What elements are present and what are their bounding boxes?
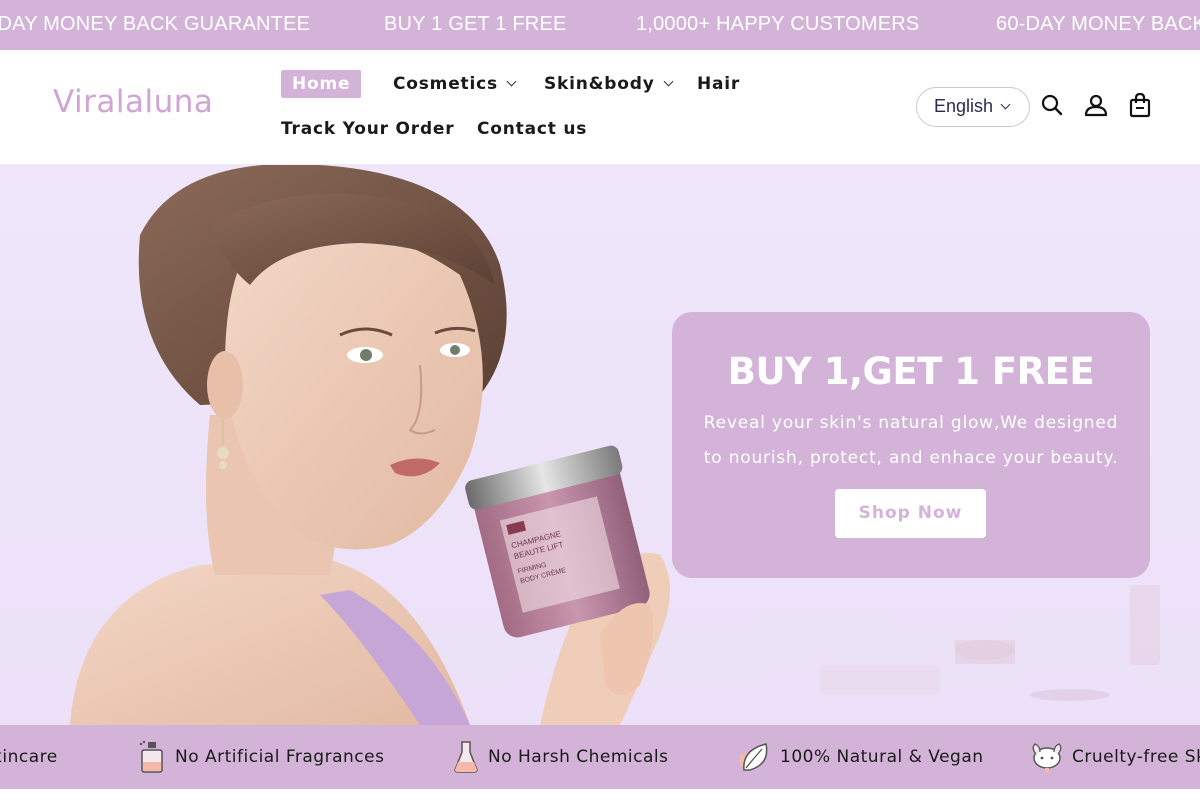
feature-item: 100% Natural & Vegan — [738, 725, 984, 789]
account-icon[interactable] — [1083, 92, 1109, 118]
hero-model-image: CHAMPAGNE BEAUTE LIFT FIRMING BODY CRÈME — [70, 165, 670, 725]
nav-skin-body[interactable]: Skin&body — [544, 74, 674, 94]
leaf-icon — [739, 743, 768, 771]
site-logo[interactable]: Viralaluna — [53, 84, 213, 120]
nav-home[interactable]: Home — [281, 70, 362, 98]
feature-item: kincare — [0, 725, 58, 789]
language-label: English — [934, 96, 994, 116]
chevron-down-icon — [506, 76, 517, 87]
promo-card: BUY 1,GET 1 FREE Reveal your skin's natu… — [672, 312, 1150, 578]
feature-label: 100% Natural & Vegan — [780, 747, 984, 767]
nav-cosmetics[interactable]: Cosmetics — [393, 74, 517, 94]
announcement-bar: 60-DAY MONEY BACK GUARANTEE BUY 1 GET 1 … — [0, 0, 1200, 50]
announcement-text: BUY 1 GET 1 FREE — [384, 13, 567, 35]
feature-item: No Harsh Chemicals — [452, 725, 668, 789]
nav-skin-body-label: Skin&body — [544, 74, 655, 94]
feature-item: Cruelty-free Sk — [1030, 725, 1200, 789]
announcement-text: 60-DAY MONEY BACK GUARANTEE — [996, 13, 1200, 35]
search-icon[interactable] — [1039, 92, 1065, 118]
feature-item: No Artificial Fragrances — [137, 725, 384, 789]
cart-icon[interactable] — [1127, 92, 1153, 118]
promo-subtitle: Reveal your skin's natural glow,We desig… — [703, 413, 1119, 468]
perfume-bottle-icon — [139, 740, 163, 773]
feature-label: No Harsh Chemicals — [488, 747, 669, 767]
shop-now-button[interactable]: Shop Now — [835, 489, 986, 538]
feature-label: No Artificial Fragrances — [175, 747, 385, 767]
bunny-icon — [1032, 743, 1062, 773]
chevron-down-icon — [663, 76, 674, 87]
page-bottom-strip — [0, 789, 1200, 800]
features-bar: kincare No Artificial Fragrances No Hars… — [0, 725, 1200, 789]
nav-contact[interactable]: Contact us — [477, 119, 587, 139]
nav-track-order[interactable]: Track Your Order — [281, 119, 454, 139]
announcement-text: 60-DAY MONEY BACK GUARANTEE — [0, 13, 311, 35]
announcement-text: 1,0000+ HAPPY CUSTOMERS — [636, 13, 920, 35]
hero-banner: CHAMPAGNE BEAUTE LIFT FIRMING BODY CRÈME… — [0, 165, 1200, 725]
chevron-down-icon — [1000, 99, 1011, 110]
nav-hair[interactable]: Hair — [697, 74, 740, 94]
nav-cosmetics-label: Cosmetics — [393, 74, 498, 94]
feature-label: kincare — [0, 747, 58, 767]
promo-title: BUY 1,GET 1 FREE — [727, 350, 1095, 393]
language-selector[interactable]: English — [916, 87, 1030, 127]
site-header: Viralaluna Home Cosmetics Skin&body Hair… — [0, 50, 1200, 165]
flask-icon — [454, 741, 478, 773]
feature-label: Cruelty-free Sk — [1072, 747, 1200, 767]
